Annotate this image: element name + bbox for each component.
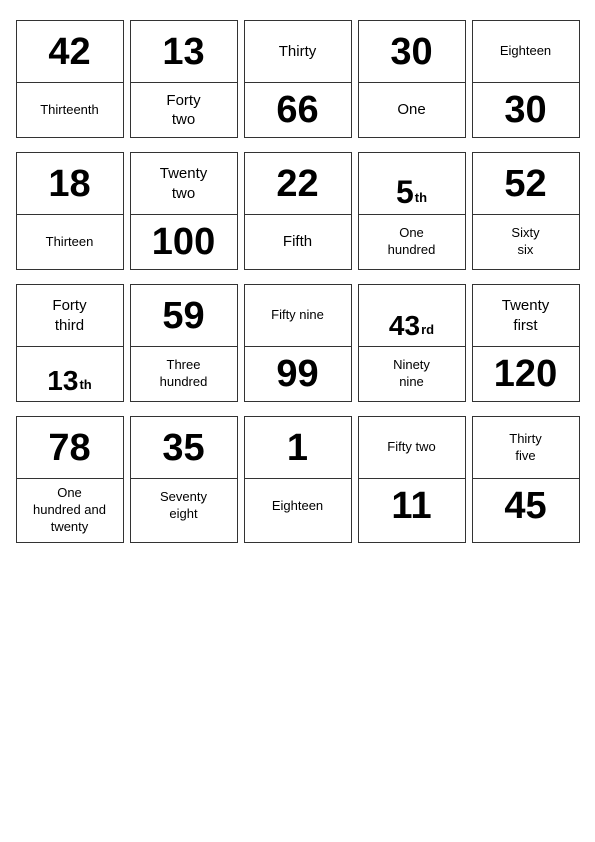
card-top-2-3: 43rd — [359, 285, 465, 347]
card-bottom-0-2: 66 — [245, 83, 351, 137]
card-bottom-0-1: Forty two — [131, 83, 237, 137]
card-bottom-1-3: One hundred — [359, 215, 465, 269]
card-top-1-1: Twenty two — [131, 153, 237, 215]
card-top-3-0: 78 — [17, 417, 123, 479]
card-top-3-2: 1 — [245, 417, 351, 479]
card-top-0-4: Eighteen — [473, 21, 579, 83]
card-top-3-1: 35 — [131, 417, 237, 479]
card-1-2: 22Fifth — [244, 152, 352, 270]
card-bottom-3-1: Seventy eight — [131, 479, 237, 533]
card-bottom-3-2: Eighteen — [245, 479, 351, 533]
card-bottom-2-3: Ninety nine — [359, 347, 465, 401]
card-0-4: Eighteen30 — [472, 20, 580, 138]
card-2-1: 59Three hundred — [130, 284, 238, 402]
card-bottom-2-2: 99 — [245, 347, 351, 401]
card-top-3-4: Thirty five — [473, 417, 579, 479]
card-2-4: Twenty first120 — [472, 284, 580, 402]
card-top-0-0: 42 — [17, 21, 123, 83]
card-bottom-0-3: One — [359, 83, 465, 137]
card-1-3: 5thOne hundred — [358, 152, 466, 270]
card-top-2-1: 59 — [131, 285, 237, 347]
card-bottom-0-0: Thirteenth — [17, 83, 123, 137]
card-3-4: Thirty five45 — [472, 416, 580, 543]
card-top-1-2: 22 — [245, 153, 351, 215]
card-bottom-2-1: Three hundred — [131, 347, 237, 401]
card-2-3: 43rdNinety nine — [358, 284, 466, 402]
bingo-grid: 42Thirteenth13Forty twoThirty6630OneEigh… — [16, 20, 580, 543]
row-0: 42Thirteenth13Forty twoThirty6630OneEigh… — [16, 20, 580, 138]
card-1-0: 18Thirteen — [16, 152, 124, 270]
card-bottom-1-2: Fifth — [245, 215, 351, 269]
card-0-1: 13Forty two — [130, 20, 238, 138]
card-top-3-3: Fifty two — [359, 417, 465, 479]
card-top-2-4: Twenty first — [473, 285, 579, 347]
card-bottom-3-3: 11 — [359, 479, 465, 533]
card-0-2: Thirty66 — [244, 20, 352, 138]
card-bottom-3-4: 45 — [473, 479, 579, 533]
card-top-2-0: Forty third — [17, 285, 123, 347]
card-3-2: 1Eighteen — [244, 416, 352, 543]
row-1: 18ThirteenTwenty two10022Fifth5thOne hun… — [16, 152, 580, 270]
card-3-1: 35Seventy eight — [130, 416, 238, 543]
card-bottom-0-4: 30 — [473, 83, 579, 137]
card-2-2: Fifty nine99 — [244, 284, 352, 402]
card-1-1: Twenty two100 — [130, 152, 238, 270]
card-top-0-3: 30 — [359, 21, 465, 83]
card-top-0-2: Thirty — [245, 21, 351, 83]
card-top-1-0: 18 — [17, 153, 123, 215]
card-1-4: 52Sixty six — [472, 152, 580, 270]
card-top-1-3: 5th — [359, 153, 465, 215]
card-bottom-1-1: 100 — [131, 215, 237, 269]
card-top-0-1: 13 — [131, 21, 237, 83]
card-2-0: Forty third13th — [16, 284, 124, 402]
card-0-0: 42Thirteenth — [16, 20, 124, 138]
card-3-0: 78One hundred and twenty — [16, 416, 124, 543]
card-bottom-2-4: 120 — [473, 347, 579, 401]
row-3: 78One hundred and twenty35Seventy eight1… — [16, 416, 580, 543]
card-bottom-1-4: Sixty six — [473, 215, 579, 269]
card-0-3: 30One — [358, 20, 466, 138]
card-top-1-4: 52 — [473, 153, 579, 215]
card-3-3: Fifty two11 — [358, 416, 466, 543]
card-top-2-2: Fifty nine — [245, 285, 351, 347]
card-bottom-2-0: 13th — [17, 347, 123, 401]
card-bottom-1-0: Thirteen — [17, 215, 123, 269]
row-2: Forty third13th59Three hundredFifty nine… — [16, 284, 580, 402]
card-bottom-3-0: One hundred and twenty — [17, 479, 123, 542]
